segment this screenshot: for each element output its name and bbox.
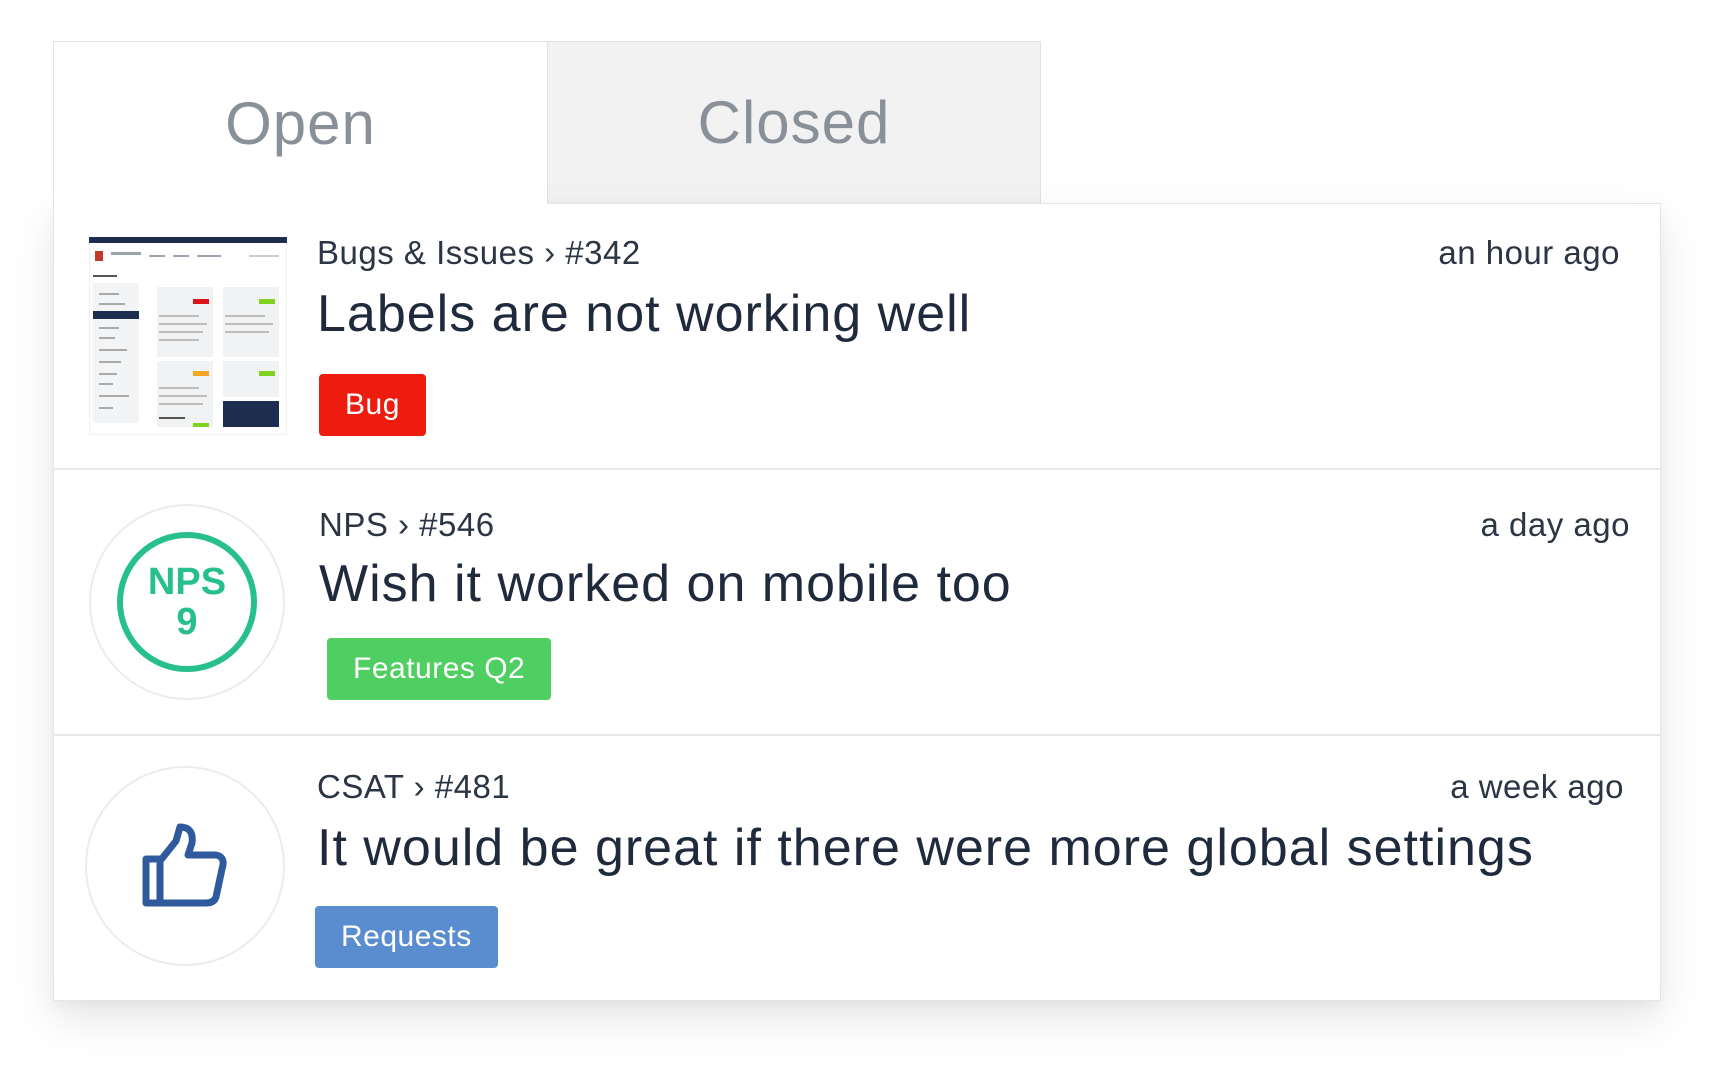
list-item[interactable]: Bugs & Issues › #342 an hour ago Labels …: [54, 204, 1660, 470]
screenshot-thumbnail: [88, 236, 288, 436]
list-item[interactable]: CSAT › #481 a week ago It would be great…: [54, 736, 1660, 1000]
timestamp: a day ago: [1480, 506, 1630, 543]
nps-label: NPS: [147, 561, 227, 603]
timestamp: an hour ago: [1438, 234, 1620, 271]
nps-badge: NPS 9: [117, 532, 257, 672]
breadcrumb[interactable]: Bugs & Issues › #342: [317, 234, 641, 272]
thumbs-up-icon: [142, 823, 227, 907]
tag-badge[interactable]: Features Q2: [327, 638, 552, 700]
csat-avatar: [85, 766, 285, 966]
feedback-panel: Open Closed Bugs & Issues › #342 an hour…: [53, 41, 1661, 1004]
item-title[interactable]: It would be great if there were more glo…: [317, 818, 1534, 878]
breadcrumb[interactable]: CSAT › #481: [317, 768, 510, 806]
nps-avatar: NPS 9: [89, 504, 285, 700]
item-title[interactable]: Labels are not working well: [317, 284, 971, 344]
feedback-list: Bugs & Issues › #342 an hour ago Labels …: [53, 203, 1661, 1001]
breadcrumb[interactable]: NPS › #546: [319, 506, 495, 544]
item-title[interactable]: Wish it worked on mobile too: [319, 554, 1012, 614]
tab-open[interactable]: Open: [53, 41, 547, 204]
tag-badge[interactable]: Requests: [315, 906, 498, 968]
tab-bar: Open Closed: [53, 41, 1041, 204]
tab-closed[interactable]: Closed: [547, 41, 1041, 203]
tag-badge[interactable]: Bug: [319, 374, 426, 436]
timestamp: a week ago: [1450, 768, 1624, 805]
nps-score: 9: [176, 601, 198, 643]
list-item[interactable]: NPS 9 NPS › #546 a day ago Wish it worke…: [54, 470, 1660, 736]
